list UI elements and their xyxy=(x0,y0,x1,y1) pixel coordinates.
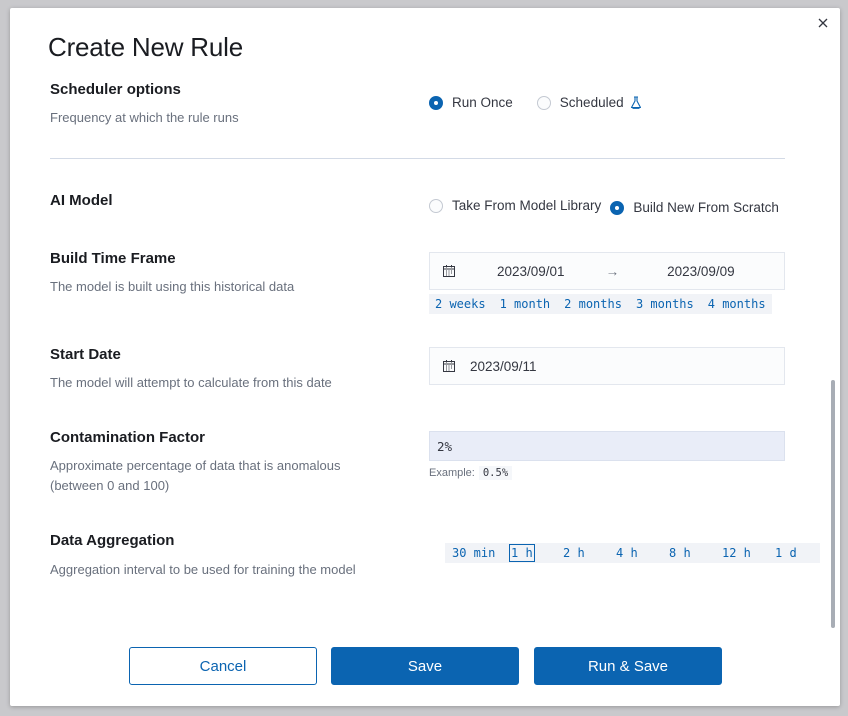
contamination-description: Approximate percentage of data that is a… xyxy=(50,458,341,493)
run-once-radio[interactable]: Run Once xyxy=(429,95,513,110)
close-icon xyxy=(818,18,828,28)
build-end-date[interactable]: 2023/09/09 xyxy=(667,264,735,279)
scrollbar-thumb[interactable] xyxy=(831,380,835,628)
build-start-date[interactable]: 2023/09/01 xyxy=(497,264,565,279)
scheduled-label: Scheduled xyxy=(559,95,624,110)
quick-range-list: 2 weeks 1 month 2 months 3 months 4 mont… xyxy=(429,294,772,314)
aggregation-title: Data Aggregation xyxy=(50,532,175,549)
aggregation-option-1h[interactable]: 1 h xyxy=(509,544,535,562)
scheduler-description: Frequency at which the rule runs xyxy=(50,110,239,125)
run-once-radio-indicator[interactable] xyxy=(429,95,443,110)
run-once-label: Run Once xyxy=(452,95,513,110)
aggregation-option-2h[interactable]: 2 h xyxy=(563,545,585,561)
contamination-input[interactable]: 2% xyxy=(429,431,785,461)
scheduler-radio-group: Run Once Scheduled xyxy=(429,95,642,110)
quick-range-3-months[interactable]: 3 months xyxy=(636,297,694,311)
aggregation-description: Aggregation interval to be used for trai… xyxy=(50,562,356,577)
close-button[interactable] xyxy=(814,14,832,32)
aggregation-option-30min[interactable]: 30 min xyxy=(452,545,495,561)
start-date-picker[interactable]: 2023/09/11 xyxy=(429,347,785,385)
example-label: Example: xyxy=(429,467,475,479)
model-library-radio[interactable]: Take From Model Library xyxy=(429,198,601,213)
quick-range-2-months[interactable]: 2 months xyxy=(564,297,622,311)
dialog-title: Create New Rule xyxy=(48,32,243,62)
run-and-save-button[interactable]: Run & Save xyxy=(534,647,722,685)
build-from-scratch-radio-indicator[interactable] xyxy=(610,200,625,215)
scheduler-title: Scheduler options xyxy=(50,81,181,98)
create-rule-dialog: Create New Rule Scheduler options Freque… xyxy=(10,8,840,706)
aggregation-options: 30 min 1 h 2 h 4 h 8 h 12 h 1 d xyxy=(445,543,820,563)
calendar-icon xyxy=(443,360,455,372)
scheduled-radio[interactable]: Scheduled xyxy=(536,95,642,110)
build-time-frame-title: Build Time Frame xyxy=(50,250,176,267)
cancel-button[interactable]: Cancel xyxy=(129,647,317,685)
start-date-value[interactable]: 2023/09/11 xyxy=(470,359,537,374)
aggregation-option-4h[interactable]: 4 h xyxy=(616,545,638,561)
build-from-scratch-label: Build New From Scratch xyxy=(633,200,779,215)
quick-range-2-weeks[interactable]: 2 weeks xyxy=(435,297,486,311)
section-divider xyxy=(50,158,785,159)
contamination-title: Contamination Factor xyxy=(50,429,206,446)
build-date-range-picker[interactable]: 2023/09/01 → 2023/09/09 xyxy=(429,252,785,290)
example-value: 0.5% xyxy=(478,466,513,480)
contamination-example: Example: 0.5% xyxy=(429,466,513,480)
beaker-icon xyxy=(630,96,641,109)
aggregation-option-1d[interactable]: 1 d xyxy=(775,545,797,561)
aggregation-option-8h[interactable]: 8 h xyxy=(669,545,691,561)
calendar-icon xyxy=(443,265,455,277)
ai-model-radio-group: Take From Model Library Build New From S… xyxy=(429,198,779,215)
start-date-description: The model will attempt to calculate from… xyxy=(50,375,332,390)
quick-range-1-month[interactable]: 1 month xyxy=(500,297,551,311)
start-date-title: Start Date xyxy=(50,346,121,363)
ai-model-title: AI Model xyxy=(50,192,113,209)
build-time-frame-description: The model is built using this historical… xyxy=(50,279,295,294)
save-button[interactable]: Save xyxy=(331,647,519,685)
quick-range-4-months[interactable]: 4 months xyxy=(708,297,766,311)
aggregation-option-12h[interactable]: 12 h xyxy=(722,545,751,561)
range-arrow-icon: → xyxy=(605,263,620,279)
scheduled-radio-indicator[interactable] xyxy=(536,95,551,110)
model-library-label: Take From Model Library xyxy=(452,198,602,213)
model-library-radio-indicator[interactable] xyxy=(429,198,443,213)
build-from-scratch-radio[interactable]: Build New From Scratch xyxy=(610,200,779,215)
